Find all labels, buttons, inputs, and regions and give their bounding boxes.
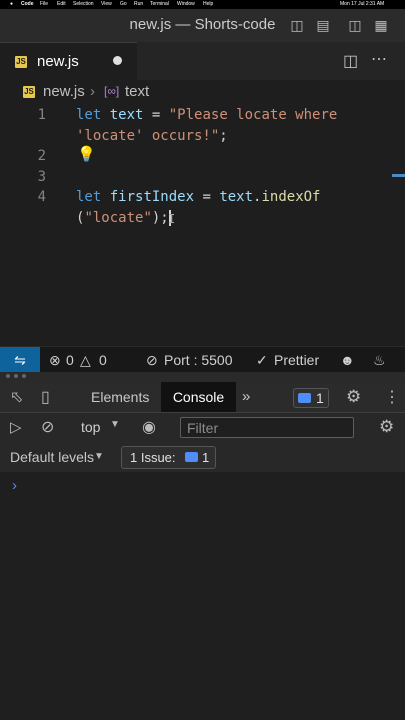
sidebar-toggle-icon[interactable]: ▷ xyxy=(10,418,22,436)
window-close-dot[interactable] xyxy=(6,374,10,378)
toggle-panel-icon[interactable]: ▤ xyxy=(314,16,332,34)
status-bar: ⇋ ⊗ 0 △ 0 ⊘ Port : 5500 ✓ Prettier ☻ ♨ xyxy=(0,346,405,373)
toggle-secondary-sidebar-icon[interactable]: ◫ xyxy=(346,16,364,34)
menubar-clock: Mon 17 Jul 2:31 AM xyxy=(340,1,385,7)
mouse-ibeam-icon: I xyxy=(168,212,176,226)
issues-label: 1 Issue: xyxy=(130,450,176,465)
line-number: 4 xyxy=(37,189,46,205)
dropdown-arrow-icon[interactable]: ▼ xyxy=(94,451,104,462)
apple-icon[interactable]: ● xyxy=(10,0,13,9)
line-number: 3 xyxy=(37,169,46,185)
window-zoom-dot[interactable] xyxy=(22,374,26,378)
split-editor-icon[interactable]: ◫ xyxy=(343,51,358,71)
log-levels-dropdown[interactable]: Default levels xyxy=(10,449,94,465)
tab-elements[interactable]: Elements xyxy=(91,389,149,405)
check-icon: ✓ xyxy=(256,352,268,368)
tab-new-js[interactable]: JS new.js xyxy=(0,42,137,81)
message-icon xyxy=(298,393,311,403)
more-tabs-icon[interactable]: » xyxy=(242,388,250,405)
port-icon[interactable]: ⊘ xyxy=(146,352,158,369)
js-file-icon: JS xyxy=(23,86,35,98)
toggle-primary-sidebar-icon[interactable]: ◫ xyxy=(288,16,306,34)
code-line-wrap[interactable]: 'locate' occurs!"; xyxy=(76,128,228,144)
code-editor[interactable]: 1 let text = "Please locate where 'locat… xyxy=(0,104,405,346)
breadcrumb-symbol[interactable]: text xyxy=(125,83,149,100)
clear-console-icon[interactable]: ⊘ xyxy=(41,417,54,437)
prettier-status[interactable]: Prettier xyxy=(274,352,319,368)
menu-go[interactable]: Go xyxy=(120,0,127,9)
macos-menubar: ● Code File Edit Selection View Go Run T… xyxy=(0,0,405,9)
inspect-element-icon[interactable]: ⬁ xyxy=(10,387,23,407)
more-options-icon[interactable]: ⋮ xyxy=(384,387,400,407)
tab-label: new.js xyxy=(37,53,79,70)
menu-help[interactable]: Help xyxy=(203,0,213,9)
menu-code[interactable]: Code xyxy=(21,0,34,9)
variable-icon: [∞] xyxy=(104,84,120,98)
dropdown-arrow-icon[interactable]: ▼ xyxy=(110,419,120,430)
context-selector[interactable]: top xyxy=(81,419,100,435)
notifications-bell-icon[interactable]: ♨ xyxy=(373,352,386,369)
menu-window[interactable]: Window xyxy=(177,0,195,9)
errors-icon[interactable]: ⊗ xyxy=(49,352,61,369)
menu-selection[interactable]: Selection xyxy=(73,0,94,9)
devtools-tab-bar: ⬁ ▯ Elements Console » 1 ⚙ ⋮ xyxy=(0,382,405,413)
live-expression-eye-icon[interactable]: ◉ xyxy=(142,417,156,437)
warnings-count[interactable]: 0 xyxy=(99,352,107,368)
line-number: 1 xyxy=(37,107,46,123)
window-minimize-dot[interactable] xyxy=(14,374,18,378)
more-actions-icon[interactable]: ⋯ xyxy=(371,49,387,69)
chevron-right-icon: › xyxy=(90,83,95,100)
errors-count[interactable]: 0 xyxy=(66,352,74,368)
code-line[interactable]: let firstIndex = text.indexOf xyxy=(76,189,321,205)
menu-run[interactable]: Run xyxy=(134,0,143,9)
feedback-icon[interactable]: ☻ xyxy=(340,352,355,368)
console-prompt-chevron-icon[interactable]: › xyxy=(12,477,17,494)
menu-terminal[interactable]: Terminal xyxy=(150,0,169,9)
device-toolbar-icon[interactable]: ▯ xyxy=(41,387,50,407)
console-settings-gear-icon[interactable]: ⚙ xyxy=(379,417,394,437)
breadcrumb-file[interactable]: new.js xyxy=(43,83,85,100)
window-title: new.js — Shorts-code xyxy=(129,16,276,33)
code-line-wrap[interactable]: ("locate"); xyxy=(76,210,171,226)
live-server-port[interactable]: Port : 5500 xyxy=(164,352,233,368)
code-line[interactable]: let text = "Please locate where xyxy=(76,107,337,123)
window-titlebar: new.js — Shorts-code ◫ ▤ ◫ ▦ xyxy=(0,9,405,42)
issues-button[interactable]: 1 Issue: 1 xyxy=(121,446,216,469)
tab-console[interactable]: Console xyxy=(161,382,236,412)
scrollbar-marker[interactable] xyxy=(392,174,405,177)
console-levels-bar: Default levels ▼ 1 Issue: 1 xyxy=(0,443,405,473)
issue-message-icon xyxy=(185,452,198,462)
remote-indicator-icon[interactable]: ⇋ xyxy=(0,347,40,373)
messages-count: 1 xyxy=(316,390,324,406)
messages-badge[interactable]: 1 xyxy=(293,388,329,408)
issues-count: 1 xyxy=(202,450,210,465)
console-output[interactable]: › xyxy=(0,472,405,720)
js-file-icon: JS xyxy=(15,56,27,68)
line-number: 2 xyxy=(37,148,46,164)
warnings-icon[interactable]: △ xyxy=(80,352,91,369)
menu-file[interactable]: File xyxy=(40,0,48,9)
console-toolbar: ▷ ⊘ top ▼ ◉ Filter ⚙ xyxy=(0,413,405,444)
breadcrumb: JS new.js › [∞] text xyxy=(0,80,405,104)
filter-input[interactable]: Filter xyxy=(180,417,354,438)
customize-layout-icon[interactable]: ▦ xyxy=(372,16,390,34)
menu-edit[interactable]: Edit xyxy=(57,0,66,9)
lightbulb-icon[interactable]: 💡 xyxy=(77,145,96,163)
unsaved-dot-icon[interactable] xyxy=(113,56,122,65)
menu-view[interactable]: View xyxy=(101,0,112,9)
editor-tab-bar: JS new.js ◫ ⋯ xyxy=(0,42,405,81)
settings-gear-icon[interactable]: ⚙ xyxy=(346,387,361,407)
